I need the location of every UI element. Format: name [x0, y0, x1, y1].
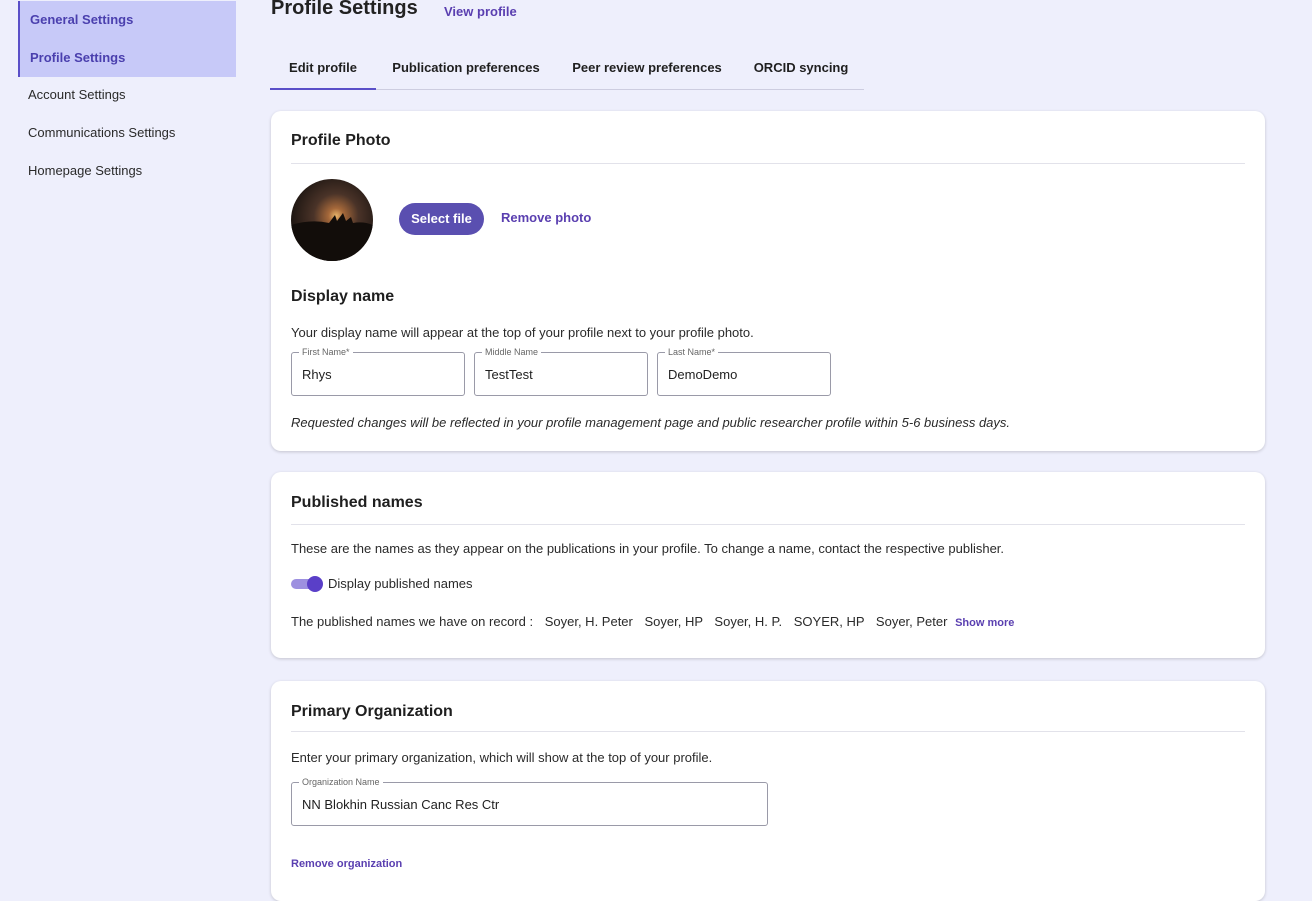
display-published-names-toggle[interactable]: [291, 576, 323, 592]
tab-orcid-syncing[interactable]: ORCID syncing: [748, 50, 854, 90]
primary-organization-card: Primary Organization Enter your primary …: [271, 681, 1265, 901]
tab-bar: Edit profile Publication preferences Pee…: [270, 50, 864, 90]
toggle-label: Display published names: [328, 576, 473, 591]
sidebar-item-account-settings[interactable]: Account Settings: [18, 76, 236, 114]
published-names-card: Published names These are the names as t…: [271, 472, 1265, 658]
organization-name-label: Organization Name: [299, 776, 383, 788]
tab-edit-profile[interactable]: Edit profile: [270, 50, 376, 90]
published-name: Soyer, H. P.: [714, 614, 783, 629]
avatar-image: [291, 213, 373, 261]
sidebar-item-general-settings[interactable]: General Settings: [18, 1, 236, 39]
middle-name-input[interactable]: [485, 367, 637, 382]
profile-card: Profile Photo Select file Remove photo D…: [271, 111, 1265, 451]
sidebar-item-communications-settings[interactable]: Communications Settings: [18, 114, 236, 152]
sidebar-item-profile-settings[interactable]: Profile Settings: [18, 39, 236, 77]
remove-photo-link[interactable]: Remove photo: [501, 210, 591, 225]
organization-name-input[interactable]: [302, 797, 757, 812]
last-name-label: Last Name*: [665, 346, 719, 358]
tab-peer-review-preferences[interactable]: Peer review preferences: [567, 50, 727, 90]
first-name-label: First Name*: [299, 346, 353, 358]
show-more-link[interactable]: Show more: [955, 617, 1014, 629]
record-label: The published names we have on record :: [291, 614, 534, 629]
organization-name-field[interactable]: Organization Name: [291, 776, 768, 826]
remove-organization-link[interactable]: Remove organization: [291, 858, 402, 870]
display-name-description: Your display name will appear at the top…: [291, 325, 754, 340]
last-name-input[interactable]: [668, 367, 820, 382]
page-title: Profile Settings: [271, 0, 418, 19]
divider: [291, 163, 1245, 164]
middle-name-field[interactable]: Middle Name: [474, 346, 648, 396]
published-names-description: These are the names as they appear on th…: [291, 541, 1005, 556]
profile-photo-heading: Profile Photo: [291, 132, 391, 149]
published-name: Soyer, H. Peter: [544, 614, 633, 629]
last-name-field[interactable]: Last Name*: [657, 346, 831, 396]
first-name-input[interactable]: [302, 367, 454, 382]
sidebar-item-homepage-settings[interactable]: Homepage Settings: [18, 152, 236, 190]
published-names-heading: Published names: [291, 494, 423, 511]
first-name-field[interactable]: First Name*: [291, 346, 465, 396]
divider: [291, 524, 1245, 525]
primary-organization-description: Enter your primary organization, which w…: [291, 750, 713, 765]
published-name: SOYER, HP: [793, 614, 865, 629]
middle-name-label: Middle Name: [482, 346, 542, 358]
published-name: Soyer, HP: [644, 614, 703, 629]
display-name-heading: Display name: [291, 288, 395, 305]
select-file-button[interactable]: Select file: [399, 203, 484, 235]
display-name-note: Requested changes will be reflected in y…: [291, 415, 1011, 430]
published-name: Soyer, Peter: [875, 614, 948, 629]
sidebar: General Settings Profile Settings Accoun…: [0, 0, 245, 888]
toggle-thumb: [307, 576, 323, 592]
avatar[interactable]: [291, 179, 373, 261]
view-profile-link[interactable]: View profile: [444, 4, 517, 19]
divider: [291, 731, 1245, 732]
tab-publication-preferences[interactable]: Publication preferences: [387, 50, 545, 90]
published-names-list: The published names we have on record : …: [291, 614, 1014, 629]
primary-organization-heading: Primary Organization: [291, 703, 453, 720]
